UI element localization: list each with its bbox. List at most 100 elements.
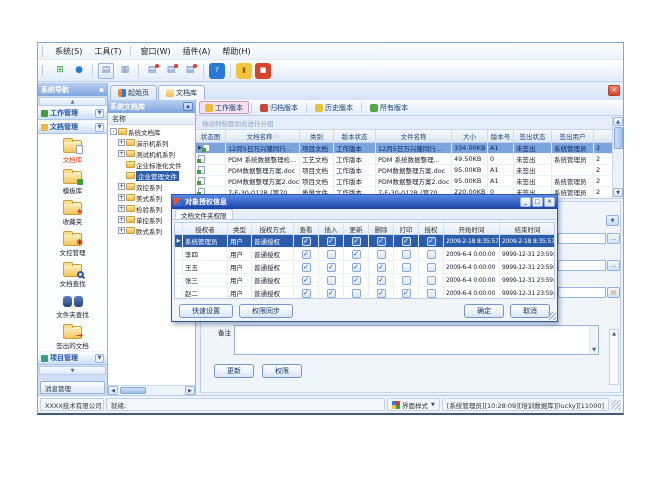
tree-pin-button[interactable]: ▪ bbox=[183, 102, 193, 111]
permission-button[interactable]: 权限 bbox=[262, 364, 302, 378]
menu-item[interactable]: 插件(A) bbox=[177, 44, 217, 59]
menu-item[interactable]: 窗口(W) bbox=[134, 44, 176, 59]
chevron-down-icon[interactable]: ▼ bbox=[95, 354, 104, 363]
checkbox-unchecked[interactable] bbox=[427, 289, 436, 298]
tree-expander-icon[interactable]: + bbox=[118, 150, 125, 157]
checkbox-checked[interactable]: ✓ bbox=[302, 250, 311, 259]
doc-table-row[interactable]: PDM数据整理方案.doc项目文档工作版本PDM数据整理方案.doc95.00K… bbox=[196, 165, 612, 176]
tree-expander-icon[interactable]: + bbox=[118, 194, 125, 201]
form-input[interactable] bbox=[558, 287, 606, 298]
table-vertical-scrollbar[interactable]: ▲ ▼ bbox=[612, 116, 623, 198]
maximize-icon[interactable]: □ bbox=[532, 197, 543, 207]
chevron-icon[interactable]: ▼ bbox=[95, 123, 104, 132]
tab-folder-permissions[interactable]: 文档文件夹权限 bbox=[175, 209, 233, 219]
resize-grip[interactable] bbox=[611, 400, 621, 410]
checkbox-checked[interactable]: ✓ bbox=[377, 276, 386, 285]
column-header-版本状态[interactable]: 版本状态 bbox=[334, 130, 376, 142]
column-header-删除[interactable]: 删除 bbox=[369, 223, 394, 234]
remark-textarea[interactable]: ▼ bbox=[234, 325, 599, 355]
checkbox-checked[interactable]: ✓ bbox=[352, 276, 361, 285]
permission-row[interactable]: 王五用户普通授权✓✓✓✓2009-6-4 0:00:009999-12-31 2… bbox=[175, 261, 554, 274]
doc-table-row[interactable]: ▶12月5日万兴隆同行...项目文档工作版本12月5日万兴隆同行...334.0… bbox=[196, 143, 612, 154]
checkbox-unchecked[interactable] bbox=[427, 263, 436, 272]
tree-expander-icon[interactable]: + bbox=[118, 216, 125, 223]
dialog-titlebar[interactable]: 对象授权信息 _ □ × bbox=[172, 195, 557, 209]
close-icon[interactable]: × bbox=[544, 197, 555, 207]
close-icon[interactable]: × bbox=[608, 85, 620, 96]
permission-sync-button[interactable]: 权限同步 bbox=[239, 304, 293, 318]
column-header-查看[interactable]: 查看 bbox=[294, 223, 319, 234]
doc-new-icon[interactable]: ▤ bbox=[144, 63, 160, 79]
sidebar-item-模板库[interactable]: 模板库 bbox=[38, 167, 107, 198]
tab-所有版本[interactable]: 所有版本 bbox=[364, 101, 414, 114]
checkbox-checked[interactable]: ✓ bbox=[377, 237, 386, 246]
checkbox-checked[interactable]: ✓ bbox=[352, 237, 361, 246]
tree-expander-icon[interactable]: + bbox=[118, 183, 125, 190]
doc-mail-icon[interactable]: ▤ bbox=[182, 63, 198, 79]
minimize-icon[interactable]: _ bbox=[520, 197, 531, 207]
dialog-resize-grip[interactable] bbox=[548, 312, 556, 320]
scrollbar-thumb[interactable] bbox=[120, 387, 146, 394]
folder-open-button[interactable]: ▤ bbox=[607, 287, 620, 298]
checkbox-unchecked[interactable] bbox=[402, 250, 411, 259]
sidebar-scroll-up-button[interactable]: ▲ bbox=[39, 97, 106, 106]
checkbox-unchecked[interactable] bbox=[327, 276, 336, 285]
column-header-开始时间[interactable]: 开始时间 bbox=[444, 223, 500, 234]
menu-item[interactable]: 系统(S) bbox=[49, 44, 88, 59]
scrollbar-thumb[interactable] bbox=[614, 127, 623, 149]
tree-node-测试机机系列[interactable]: +测试机机系列 bbox=[108, 148, 195, 159]
update-button[interactable]: 更新 bbox=[214, 364, 254, 378]
globe-icon[interactable]: ● bbox=[71, 63, 87, 79]
checkbox-checked[interactable]: ✓ bbox=[327, 237, 336, 246]
column-header-大小[interactable]: 大小 bbox=[452, 130, 488, 142]
checkbox-checked[interactable]: ✓ bbox=[302, 289, 311, 298]
form-input[interactable] bbox=[558, 260, 606, 271]
column-header-文件名称[interactable]: 文件名称 bbox=[376, 130, 452, 142]
scroll-down-icon[interactable]: ▼ bbox=[613, 188, 623, 197]
tree-node-演示机系列[interactable]: +演示机系列 bbox=[108, 137, 195, 148]
checkbox-checked[interactable]: ✓ bbox=[427, 237, 436, 246]
message-management-tab[interactable]: 消息管理 bbox=[40, 381, 105, 394]
column-header-打印[interactable]: 打印 bbox=[394, 223, 419, 234]
tree-expander-icon[interactable]: + bbox=[118, 205, 125, 212]
checkbox-unchecked[interactable] bbox=[427, 250, 436, 259]
pin-icon[interactable]: ▪ bbox=[99, 86, 104, 94]
sidebar-item-签出的文档[interactable]: →签出的文档 bbox=[38, 322, 107, 351]
tree-node-双控系列[interactable]: +双控系列 bbox=[108, 181, 195, 192]
doc-table-row[interactable]: PDM 系统数据整理检...工艺文档工作版本PDM 系统数据整理...49.50… bbox=[196, 154, 612, 165]
column-header-更新[interactable]: 更新 bbox=[344, 223, 369, 234]
column-header-插入[interactable]: 插入 bbox=[319, 223, 344, 234]
checkbox-unchecked[interactable] bbox=[327, 250, 336, 259]
sidebar-item-文档查找[interactable]: 文档查找 bbox=[38, 260, 107, 291]
checkbox-checked[interactable]: ✓ bbox=[402, 237, 411, 246]
form-input[interactable] bbox=[558, 233, 606, 244]
tree-expander-icon[interactable]: + bbox=[118, 227, 125, 234]
ok-button[interactable]: 确定 bbox=[464, 304, 504, 318]
tree-node-企业标准化文件[interactable]: 企业标准化文件 bbox=[108, 159, 195, 170]
permission-row[interactable]: 李四用户普通授权✓✓2009-6-4 0:00:009999-12-31 23:… bbox=[175, 248, 554, 261]
group-by-bar[interactable]: 拖动列标题到此进行分组 bbox=[196, 116, 612, 130]
tab-起始页[interactable]: 起始页 bbox=[110, 85, 157, 100]
checkbox-unchecked[interactable] bbox=[352, 289, 361, 298]
column-header-类型[interactable]: 类型 bbox=[228, 223, 252, 234]
props-scrollbar[interactable]: ▲ bbox=[609, 329, 619, 385]
column-header-版本号[interactable]: 版本号 bbox=[488, 130, 514, 142]
sidebar-group-project[interactable]: 项目管理 ▼ bbox=[38, 351, 107, 365]
checkbox-checked[interactable]: ✓ bbox=[327, 263, 336, 272]
sidebar-item-文件夹查找[interactable]: 文件夹查找 bbox=[38, 291, 107, 322]
checkbox-unchecked[interactable] bbox=[427, 276, 436, 285]
permission-row[interactable]: 张三用户普通授权✓✓✓2009-6-4 0:00:009999-12-31 23… bbox=[175, 274, 554, 287]
tree-expander-icon[interactable]: + bbox=[118, 139, 125, 146]
chevron-icon[interactable]: ▼ bbox=[95, 109, 104, 118]
card-icon[interactable]: ▦ bbox=[117, 63, 133, 79]
checkbox-checked[interactable]: ✓ bbox=[352, 263, 361, 272]
lock-icon[interactable]: ▮ bbox=[236, 63, 252, 79]
ellipsis-button[interactable]: … bbox=[607, 233, 620, 244]
folder-icon[interactable]: ▤ bbox=[98, 63, 114, 79]
menu-item[interactable]: 工具(T) bbox=[88, 44, 127, 59]
column-header-授权方式[interactable]: 授权方式 bbox=[252, 223, 294, 234]
column-header-授权者[interactable]: 授权者 bbox=[183, 223, 228, 234]
permission-row[interactable]: 赵二用户普通授权✓✓✓✓2009-6-4 0:00:009999-12-31 2… bbox=[175, 287, 554, 299]
tree-horizontal-scrollbar[interactable]: ◀ ▶ bbox=[108, 385, 195, 395]
checkbox-checked[interactable]: ✓ bbox=[327, 289, 336, 298]
